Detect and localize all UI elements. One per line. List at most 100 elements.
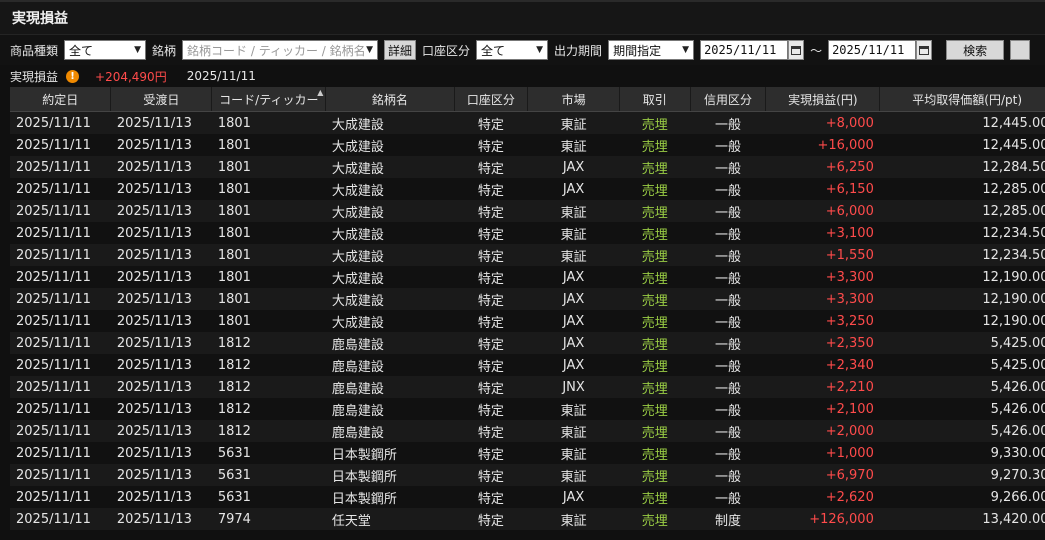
table-row[interactable]: 2025/11/11 2025/11/13 1801 大成建設 特定 東証 売埋 一般 +3,1… — [10, 222, 1045, 244]
cell-settle-date: 2025/11/13 — [110, 310, 212, 332]
account-select[interactable]: 全て ▼ — [476, 40, 549, 60]
col-header-account[interactable]: 口座区分 — [454, 87, 529, 112]
date-to-input[interactable]: 2025/11/11 — [828, 40, 917, 60]
cell-pnl: +3,300 — [765, 266, 880, 288]
cell-avg-price: 12,234.50 — [879, 222, 1045, 244]
cell-name: 鹿島建設 — [325, 420, 454, 442]
col-header-trade[interactable]: 取引 — [619, 87, 691, 112]
calendar-icon[interactable] — [916, 40, 933, 60]
cell-trade-date: 2025/11/11 — [10, 222, 111, 244]
table-row[interactable]: 2025/11/11 2025/11/13 1801 大成建設 特定 JAX 売埋 一般 +6,… — [10, 178, 1045, 200]
table-row[interactable]: 2025/11/11 2025/11/13 1801 大成建設 特定 JAX 売埋 一般 +3,… — [10, 288, 1045, 310]
cell-account: 特定 — [454, 354, 528, 376]
cell-pnl: +2,100 — [765, 398, 880, 420]
summary-bar: 実現損益 ! +204,490円 2025/11/11 — [0, 65, 1045, 87]
table-row[interactable]: 2025/11/11 2025/11/13 1812 鹿島建設 特定 JAX 売埋 一般 +2,… — [10, 332, 1045, 354]
cell-trade: 売埋 — [619, 464, 691, 486]
cell-code: 1801 — [211, 288, 326, 310]
chevron-down-icon: ▼ — [682, 45, 690, 55]
period-select[interactable]: 期間指定 ▼ — [608, 40, 695, 60]
cell-account: 特定 — [454, 508, 528, 530]
cell-account: 特定 — [454, 486, 528, 508]
cell-name: 大成建設 — [325, 266, 454, 288]
table-row[interactable]: 2025/11/11 2025/11/13 1801 大成建設 特定 JAX 売埋 一般 +6,… — [10, 156, 1045, 178]
cell-avg-price: 13,420.00 — [879, 508, 1045, 530]
product-type-select[interactable]: 全て ▼ — [64, 40, 147, 60]
cell-code: 1801 — [211, 111, 326, 134]
page-title: 実現損益 — [12, 11, 68, 27]
table-row[interactable]: 2025/11/11 2025/11/13 1801 大成建設 特定 東証 売埋 一般 +1,5… — [10, 244, 1045, 266]
cell-account: 特定 — [454, 420, 528, 442]
table-row[interactable]: 2025/11/11 2025/11/13 1812 鹿島建設 特定 東証 売埋 一般 +2,1… — [10, 398, 1045, 420]
detail-button[interactable]: 詳細 — [384, 40, 417, 60]
calendar-icon[interactable] — [788, 40, 805, 60]
table-row[interactable]: 2025/11/11 2025/11/13 1801 大成建設 特定 JAX 売埋 一般 +3,… — [10, 310, 1045, 332]
table-row[interactable]: 2025/11/11 2025/11/13 1801 大成建設 特定 JAX 売埋 一般 +3,… — [10, 266, 1045, 288]
cell-trade-date: 2025/11/11 — [10, 134, 111, 156]
table-row[interactable]: 2025/11/11 2025/11/13 1812 鹿島建設 特定 東証 売埋 一般 +2,0… — [10, 420, 1045, 442]
summary-label: 実現損益 — [10, 69, 59, 84]
col-header-avg-price[interactable]: 平均取得価額(円/pt) — [879, 87, 1045, 112]
col-header-credit[interactable]: 信用区分 — [690, 87, 767, 112]
col-header-market[interactable]: 市場 — [527, 87, 620, 112]
date-from-input[interactable]: 2025/11/11 — [700, 40, 789, 60]
cell-account: 特定 — [454, 266, 528, 288]
table-row[interactable]: 2025/11/11 2025/11/13 7974 任天堂 特定 東証 売埋 制度 +126,… — [10, 508, 1045, 530]
cell-credit: 一般 — [690, 244, 766, 266]
table-row[interactable]: 2025/11/11 2025/11/13 1812 鹿島建設 特定 JNX 売埋 一般 +2,… — [10, 376, 1045, 398]
cell-market: JAX — [527, 332, 620, 354]
cell-code: 1801 — [211, 156, 326, 178]
cell-account: 特定 — [454, 464, 528, 486]
cell-account: 特定 — [454, 200, 528, 222]
table-row[interactable]: 2025/11/11 2025/11/13 5631 日本製鋼所 特定 東証 売埋 一般 +1,… — [10, 442, 1045, 464]
cell-settle-date: 2025/11/13 — [110, 111, 212, 134]
cell-code: 5631 — [211, 464, 326, 486]
col-header-settle-date[interactable]: 受渡日 — [110, 87, 213, 112]
table-row[interactable]: 2025/11/11 2025/11/13 1812 鹿島建設 特定 JAX 売埋 一般 +2,… — [10, 354, 1045, 376]
cell-market: JAX — [527, 156, 620, 178]
cell-trade-date: 2025/11/11 — [10, 508, 111, 530]
table-row[interactable]: 2025/11/11 2025/11/13 5631 日本製鋼所 特定 東証 売埋 一般 +6,… — [10, 464, 1045, 486]
col-header-pnl[interactable]: 実現損益(円) — [765, 87, 881, 112]
cell-account: 特定 — [454, 222, 528, 244]
table-row[interactable]: 2025/11/11 2025/11/13 5631 日本製鋼所 特定 JAX 売埋 一般 +2… — [10, 486, 1045, 508]
col-header-code[interactable]: コード/ティッカー ▲ — [211, 87, 327, 112]
table-row[interactable]: 2025/11/11 2025/11/13 1801 大成建設 特定 東証 売埋 一般 +8,0… — [10, 111, 1045, 134]
cell-account: 特定 — [454, 111, 528, 134]
overflow-button[interactable] — [1010, 40, 1031, 60]
cell-pnl: +1,000 — [765, 442, 880, 464]
cell-account: 特定 — [454, 376, 528, 398]
cell-trade-date: 2025/11/11 — [10, 442, 111, 464]
cell-pnl: +126,000 — [765, 508, 880, 530]
cell-trade-date: 2025/11/11 — [10, 332, 111, 354]
cell-market: 東証 — [527, 508, 620, 530]
col-header-name[interactable]: 銘柄名 — [325, 87, 455, 112]
cell-trade: 売埋 — [619, 200, 691, 222]
table-row[interactable]: 2025/11/11 2025/11/13 1801 大成建設 特定 東証 売埋 一般 +6,0… — [10, 200, 1045, 222]
cell-market: JNX — [527, 376, 620, 398]
cell-avg-price: 5,426.00 — [879, 420, 1045, 442]
cell-trade: 売埋 — [619, 486, 691, 508]
period-label: 出力期間 — [554, 43, 603, 58]
col-header-trade-date[interactable]: 約定日 — [10, 87, 112, 112]
cell-pnl: +6,150 — [765, 178, 880, 200]
cell-credit: 一般 — [690, 134, 766, 156]
cell-credit: 一般 — [690, 200, 766, 222]
cell-avg-price: 5,426.00 — [879, 376, 1045, 398]
cell-trade: 売埋 — [619, 332, 691, 354]
cell-name: 大成建設 — [325, 134, 454, 156]
warning-icon[interactable]: ! — [66, 69, 80, 83]
cell-settle-date: 2025/11/13 — [110, 376, 212, 398]
cell-credit: 一般 — [690, 222, 766, 244]
table-row[interactable]: 2025/11/11 2025/11/13 1801 大成建設 特定 東証 売埋 一般 +16,… — [10, 134, 1045, 156]
cell-name: 大成建設 — [325, 178, 454, 200]
cell-name: 日本製鋼所 — [325, 486, 454, 508]
cell-trade: 売埋 — [619, 420, 691, 442]
symbol-input[interactable]: 銘柄コード / ティッカー / 銘柄名 ▼ — [182, 40, 379, 60]
cell-trade: 売埋 — [619, 156, 691, 178]
cell-code: 1812 — [211, 354, 326, 376]
cell-trade-date: 2025/11/11 — [10, 376, 111, 398]
search-button[interactable]: 検索 — [946, 40, 1005, 60]
cell-pnl: +1,550 — [765, 244, 880, 266]
cell-name: 大成建設 — [325, 200, 454, 222]
